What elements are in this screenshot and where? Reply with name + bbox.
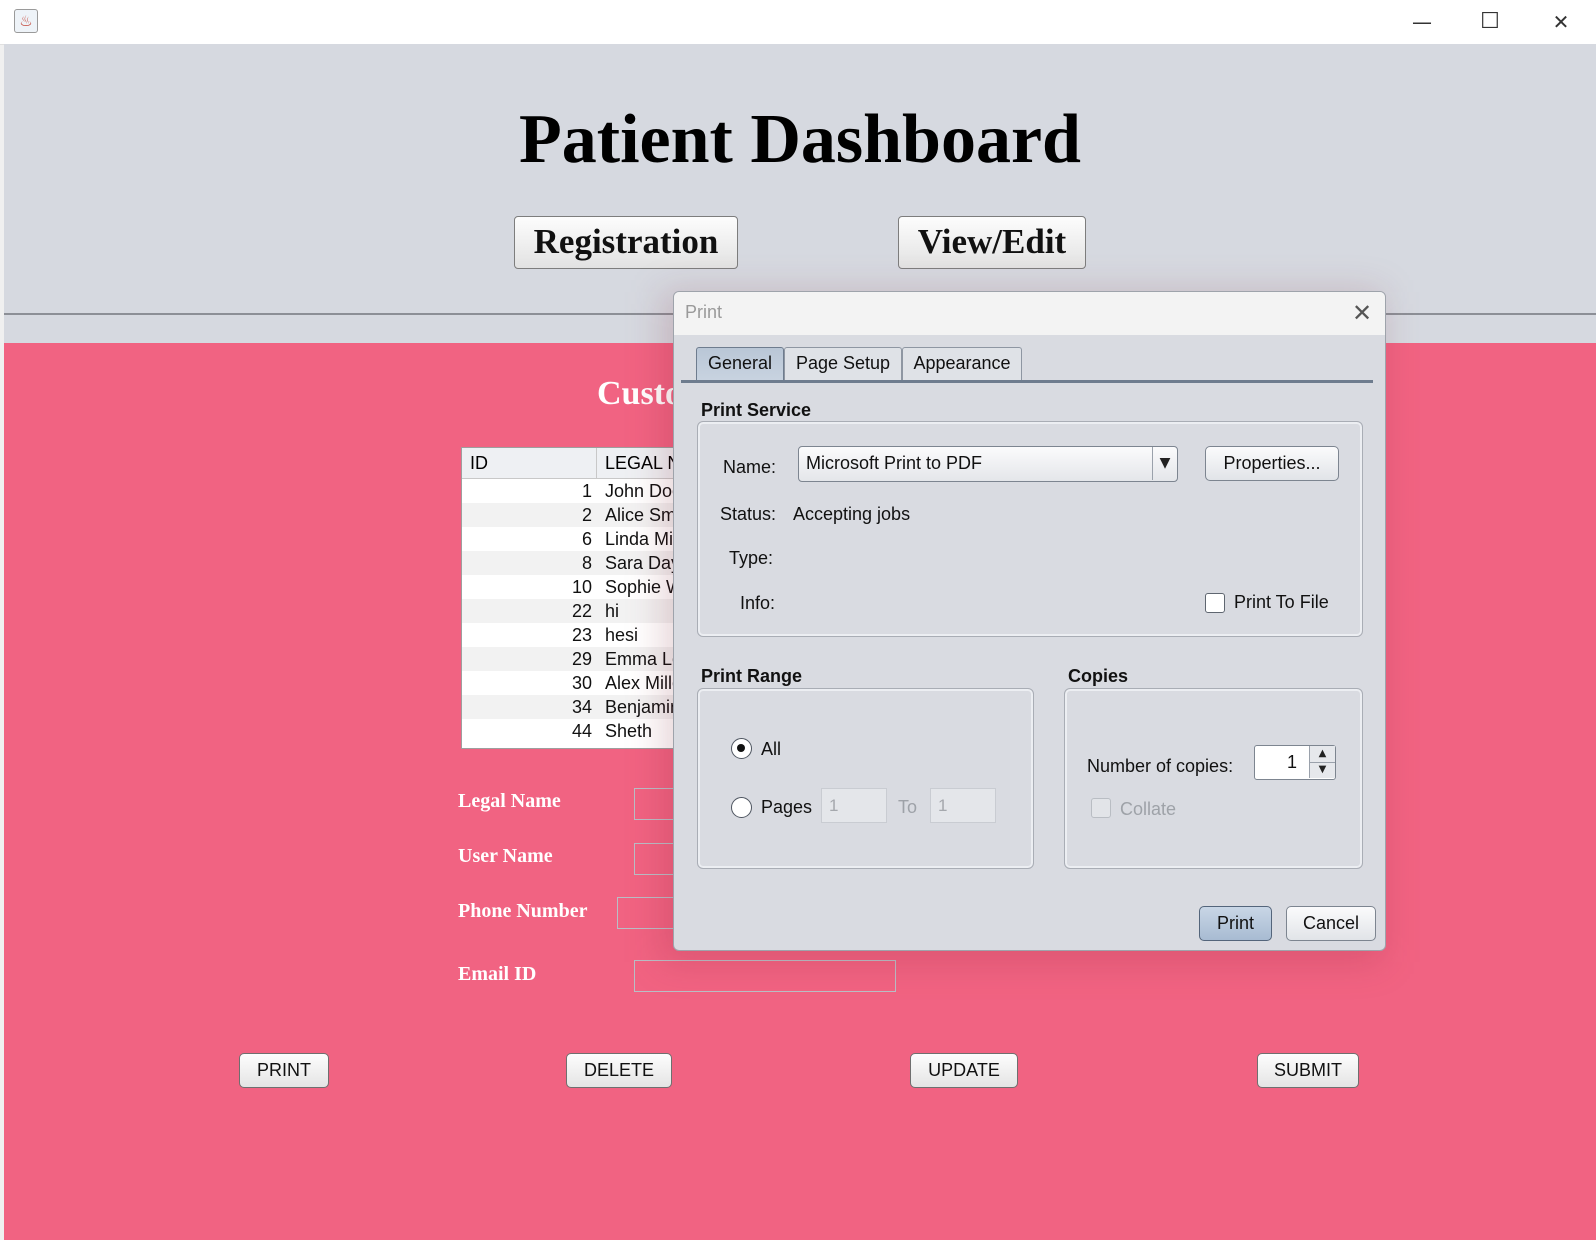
table-header: ID LEGAL N [462, 448, 682, 479]
print-to-file-label[interactable]: Print To File [1234, 592, 1329, 613]
java-cup-icon: ♨ [14, 9, 38, 33]
print-range-group: All Pages 1 To 1 [697, 688, 1034, 869]
cell-id: 34 [571, 697, 592, 717]
table-row[interactable]: 23 hesi [462, 623, 682, 647]
maximize-button[interactable]: ☐ [1467, 8, 1513, 36]
print-range-heading: Print Range [701, 666, 803, 686]
dialog-cancel-button[interactable]: Cancel [1286, 906, 1376, 941]
printer-select[interactable]: Microsoft Print to PDF ▼ [798, 446, 1178, 482]
print-to-file-checkbox[interactable] [1205, 593, 1225, 613]
table-row[interactable]: 30 Alex Mille [462, 671, 682, 695]
tab-general-label: General [707, 353, 773, 373]
copies-value[interactable]: 1 [1255, 746, 1297, 778]
pages-from-input[interactable]: 1 [821, 788, 887, 823]
table-row[interactable]: 1 John Doe [462, 479, 682, 503]
close-button[interactable]: ✕ [1538, 8, 1584, 36]
cell-legal-name: Sheth [605, 721, 653, 741]
copies-group: Number of copies: 1 ▲ ▼ Collate [1064, 688, 1363, 869]
submit-button[interactable]: SUBMIT [1257, 1053, 1359, 1088]
cell-id: 23 [571, 625, 592, 645]
printer-select-value: Microsoft Print to PDF [806, 453, 983, 473]
info-label: Info: [740, 593, 776, 613]
print-service-group: Name: Microsoft Print to PDF ▼ Propertie… [697, 421, 1363, 637]
cell-id: 44 [571, 721, 592, 741]
legal-name-label: Legal Name [458, 790, 561, 812]
table-row[interactable]: 2 Alice Sm [462, 503, 682, 527]
dialog-title: Print [685, 302, 723, 322]
tab-page-setup[interactable]: Page Setup [784, 347, 902, 380]
spinner-up-icon[interactable]: ▲ [1310, 746, 1335, 763]
page-title: Patient Dashboard [519, 101, 1081, 178]
update-button[interactable]: UPDATE [910, 1053, 1018, 1088]
type-label: Type: [729, 548, 774, 568]
print-button[interactable]: PRINT [239, 1053, 329, 1088]
cell-legal-name: hi [605, 601, 620, 621]
all-radio[interactable] [731, 738, 752, 759]
delete-button[interactable]: DELETE [566, 1053, 672, 1088]
tab-appearance-label: Appearance [913, 353, 1011, 373]
tab-appearance[interactable]: Appearance [902, 347, 1022, 380]
table-row[interactable]: 8 Sara Day [462, 551, 682, 575]
registration-button[interactable]: Registration [514, 216, 738, 269]
pages-radio[interactable] [731, 797, 752, 818]
radio-selected-dot [737, 744, 745, 752]
minimize-button[interactable]: — [1399, 8, 1445, 36]
table-row[interactable]: 10 Sophie W [462, 575, 682, 599]
column-header-id[interactable]: ID [462, 448, 597, 478]
email-id-input[interactable] [634, 960, 896, 992]
window-titlebar: ♨ — ☐ ✕ [0, 0, 1596, 45]
cell-id: 29 [571, 649, 592, 669]
all-label[interactable]: All [761, 739, 781, 760]
cell-id: 8 [581, 553, 592, 573]
tab-page-setup-label: Page Setup [795, 353, 891, 373]
properties-button[interactable]: Properties... [1205, 446, 1339, 481]
collate-checkbox[interactable] [1091, 798, 1111, 818]
number-of-copies-label: Number of copies: [1087, 756, 1234, 776]
email-id-label: Email ID [458, 963, 537, 985]
name-label: Name: [723, 457, 777, 477]
close-icon[interactable]: ✕ [1348, 298, 1376, 328]
table-row[interactable]: 34 Benjamin [462, 695, 682, 719]
chevron-down-icon[interactable]: ▼ [1152, 447, 1177, 480]
user-name-label: User Name [458, 845, 553, 867]
collate-label: Collate [1120, 799, 1177, 819]
cell-id: 2 [581, 505, 592, 525]
dialog-print-button[interactable]: Print [1199, 906, 1272, 941]
status-value: Accepting jobs [793, 504, 911, 524]
cell-id: 6 [581, 529, 592, 549]
pages-label[interactable]: Pages [761, 797, 812, 818]
customer-table[interactable]: ID LEGAL N 1 John Doe 2 Alice Sm 6 Linda Mi 8 S… [461, 447, 683, 749]
table-row[interactable]: 44 Sheth [462, 719, 682, 743]
table-row[interactable]: 22 hi [462, 599, 682, 623]
cell-legal-name: hesi [605, 625, 639, 645]
copies-spinner[interactable]: 1 ▲ ▼ [1254, 745, 1336, 780]
cell-id: 22 [571, 601, 592, 621]
tab-underline [681, 380, 1373, 383]
spinner-down-icon[interactable]: ▼ [1310, 762, 1335, 778]
cell-id: 30 [571, 673, 592, 693]
spinner-buttons: ▲ ▼ [1309, 746, 1335, 778]
dialog-titlebar: Print ✕ [674, 292, 1385, 335]
table-row[interactable]: 29 Emma Le [462, 647, 682, 671]
view-edit-button[interactable]: View/Edit [898, 216, 1086, 269]
phone-number-label: Phone Number [458, 900, 588, 922]
print-service-heading: Print Service [701, 400, 812, 420]
copies-heading: Copies [1068, 666, 1129, 686]
to-label: To [898, 797, 918, 817]
status-label: Status: [720, 504, 777, 524]
cell-id: 10 [571, 577, 592, 597]
pages-to-input[interactable]: 1 [930, 788, 996, 823]
table-row[interactable]: 6 Linda Mi [462, 527, 682, 551]
tab-general[interactable]: General [696, 347, 784, 380]
print-dialog: Print ✕ General Page Setup Appearance Pr… [673, 291, 1386, 951]
cell-id: 1 [581, 481, 592, 501]
